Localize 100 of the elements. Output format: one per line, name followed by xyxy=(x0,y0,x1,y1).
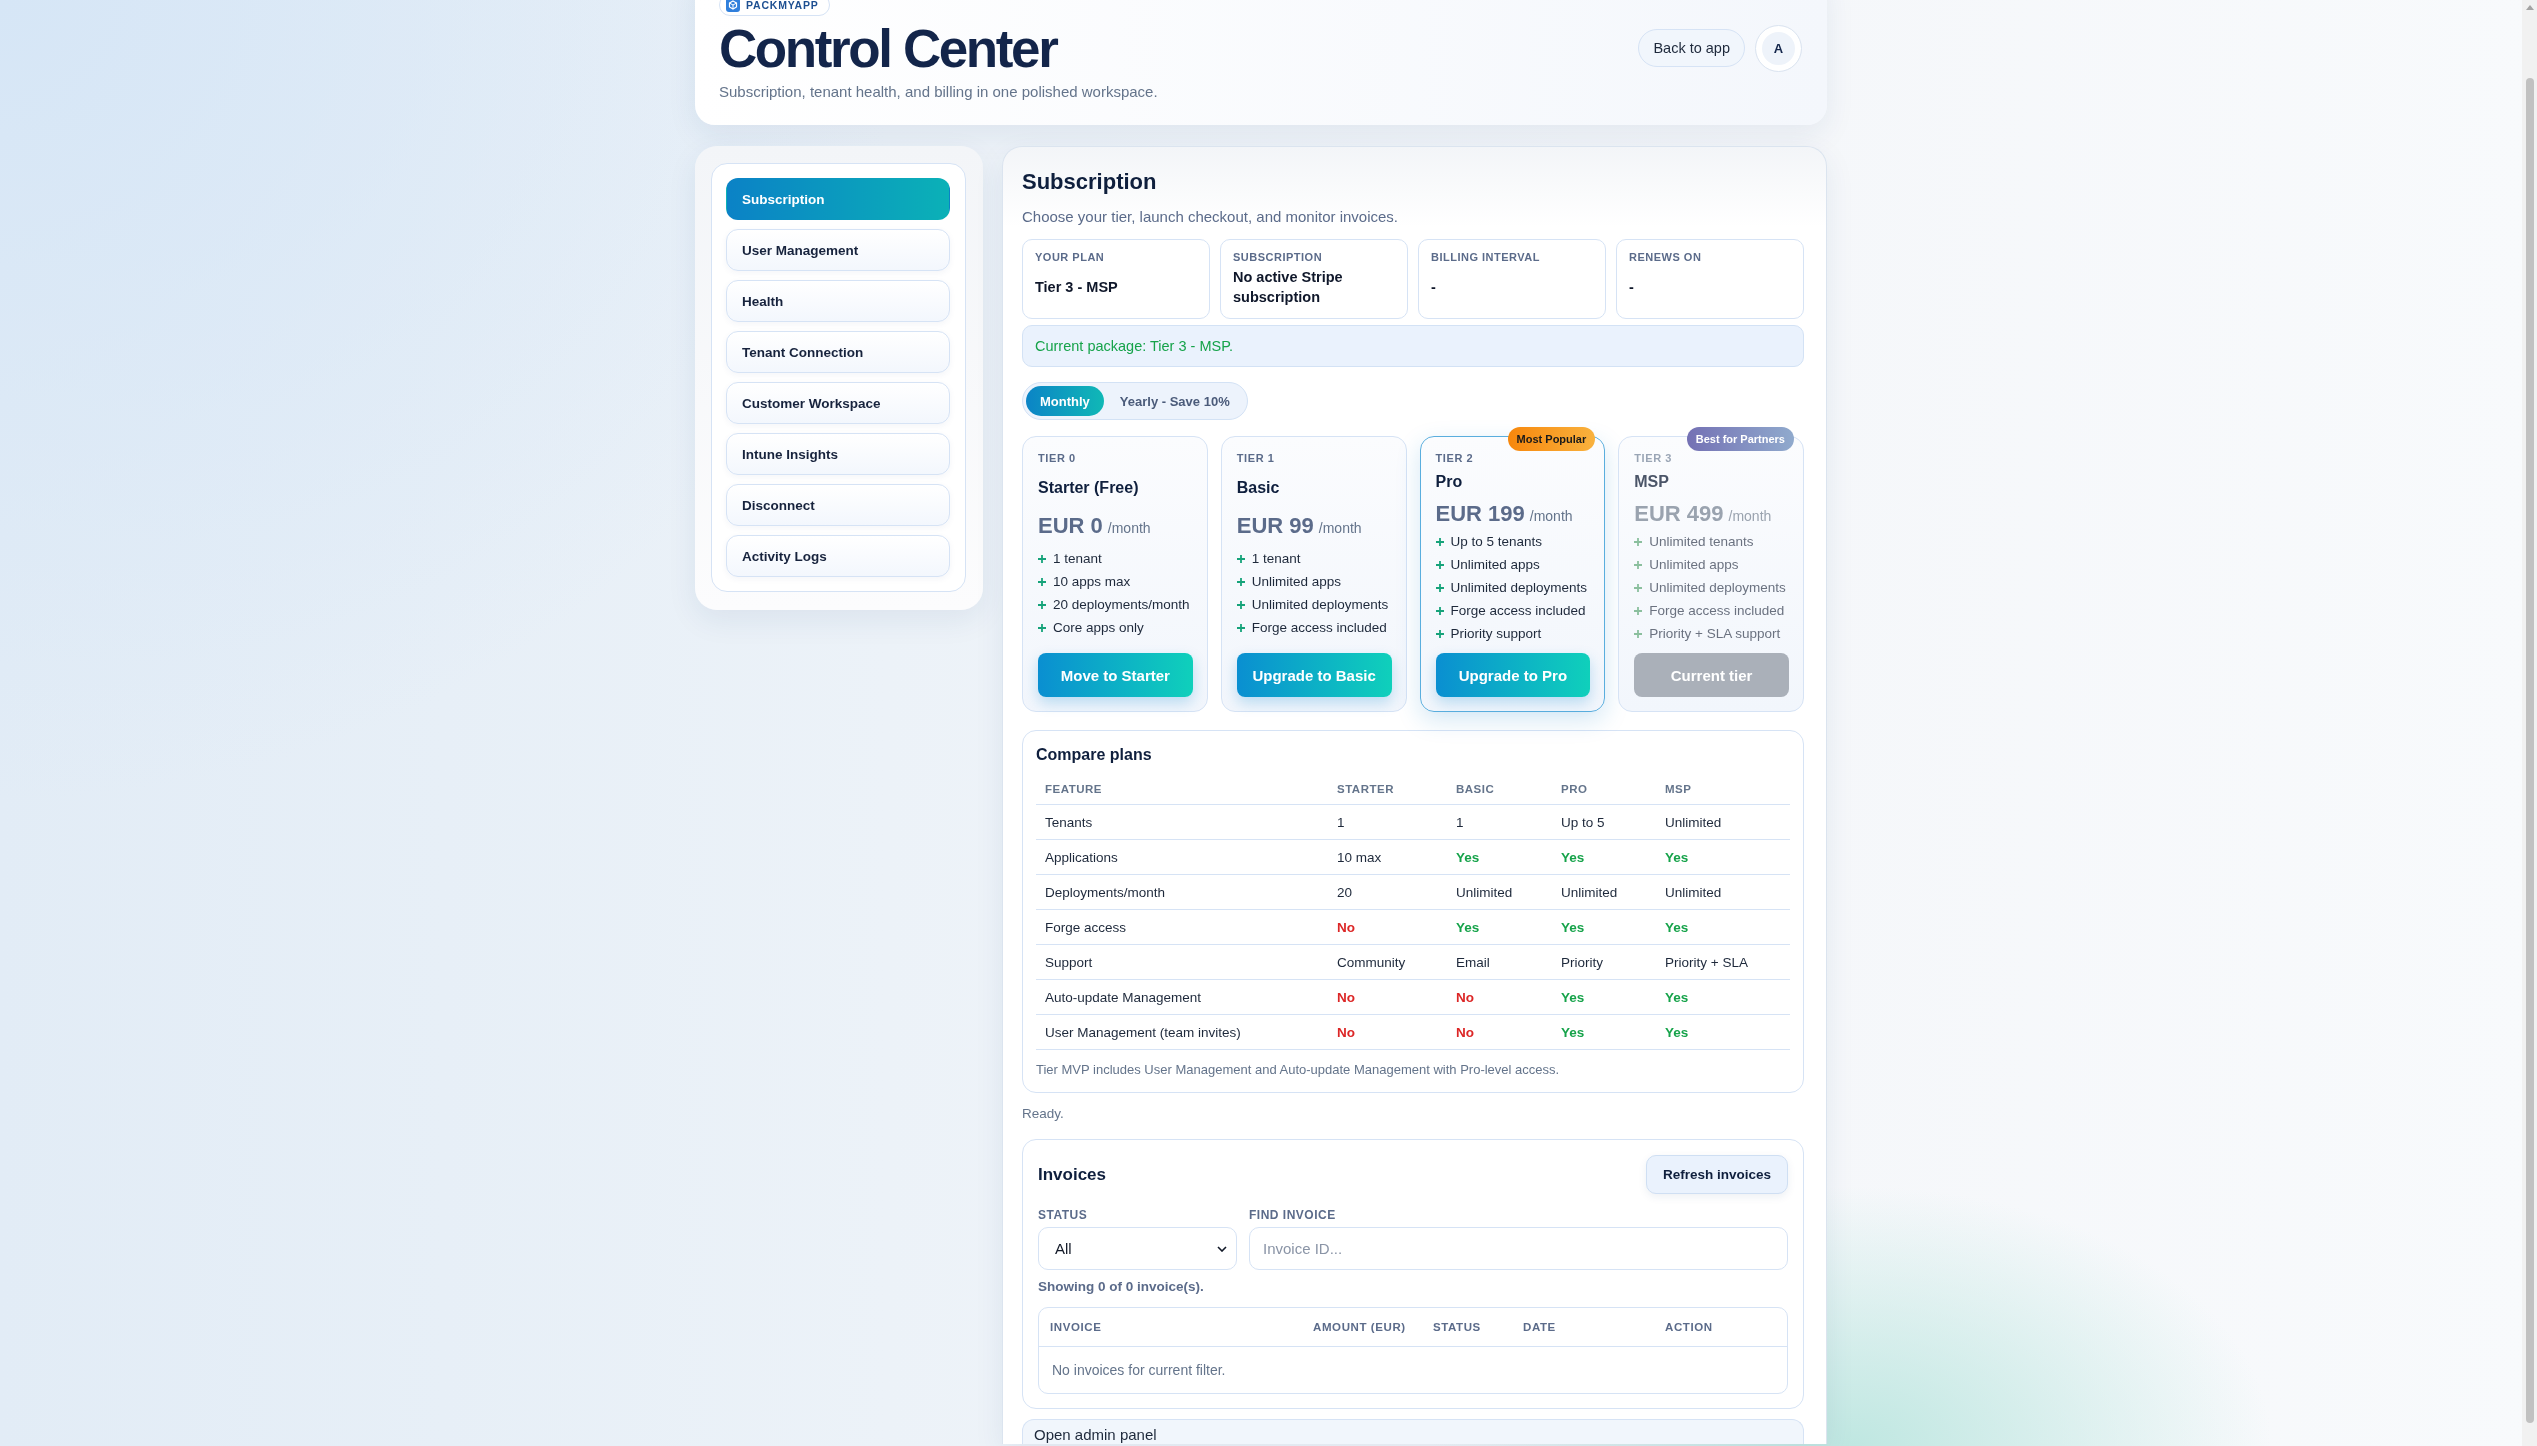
sidebar-item[interactable]: Health xyxy=(726,280,950,322)
price-amount: EUR 99 xyxy=(1236,511,1314,540)
table-cell-text: No xyxy=(1336,989,1356,1005)
feature-text: 1 tenant xyxy=(1053,550,1102,569)
table-cell-text: No xyxy=(1336,919,1356,935)
avatar[interactable]: A xyxy=(1756,25,1801,71)
column-header: STATUS xyxy=(1432,1321,1482,1333)
status-select[interactable]: All xyxy=(1038,1227,1237,1270)
sidebar-item[interactable]: Activity Logs xyxy=(726,535,950,577)
table-cell-text: Unlimited xyxy=(1455,884,1514,900)
column-header: INVOICE xyxy=(1049,1321,1103,1333)
feature-text: Unlimited deployments xyxy=(1251,596,1389,615)
sidebar-item[interactable]: Tenant Connection xyxy=(726,331,950,373)
feature-text: Forge access included xyxy=(1649,602,1785,620)
section-title: Subscription xyxy=(1022,168,1158,196)
stat-label: BILLING INTERVAL xyxy=(1431,250,1541,264)
feature-text: Unlimited apps xyxy=(1450,556,1540,574)
table-cell-text: Up to 5 xyxy=(1560,814,1606,830)
stat-value: Tier 3 - MSP xyxy=(1035,278,1118,297)
sidebar-item[interactable]: Customer Workspace xyxy=(726,382,950,424)
price-amount: EUR 499 xyxy=(1634,500,1724,528)
tier-label: TIER 3 xyxy=(1634,451,1673,465)
refresh-invoices-button[interactable]: Refresh invoices xyxy=(1645,1155,1788,1194)
table-cell-text: Email xyxy=(1455,954,1491,970)
stat-label: RENEWS ON xyxy=(1629,250,1702,264)
column-header: AMOUNT (EUR) xyxy=(1312,1321,1407,1333)
price-period: /month xyxy=(1107,519,1151,536)
price-period: /month xyxy=(1529,508,1573,524)
table-cell-text: Unlimited xyxy=(1664,884,1723,900)
feature-text: Unlimited tenants xyxy=(1649,533,1754,551)
column-header: BASIC xyxy=(1455,783,1496,795)
table-cell-text: Yes xyxy=(1664,989,1690,1005)
price-period: /month xyxy=(1728,508,1772,524)
plus-icon xyxy=(1634,538,1643,546)
table-cell-text: Yes xyxy=(1664,1024,1690,1040)
table-cell-text: Priority + SLA xyxy=(1664,954,1749,970)
admin-panel-toggle[interactable]: Open admin panel xyxy=(1022,1419,1804,1444)
caret-up-icon[interactable] xyxy=(2525,5,2534,10)
feature-text: Priority + SLA support xyxy=(1649,625,1781,643)
plus-icon xyxy=(1634,561,1643,569)
sidebar-item[interactable]: Disconnect xyxy=(726,484,950,526)
feature-text: 1 tenant xyxy=(1251,550,1301,569)
plus-icon xyxy=(1435,538,1444,546)
stat-value: - xyxy=(1431,278,1436,297)
plus-icon xyxy=(1634,607,1643,615)
page-title: Control Center xyxy=(719,22,1057,76)
status-text: Ready. xyxy=(1022,1105,1065,1123)
table-cell-text: Yes xyxy=(1560,919,1586,935)
table-cell-text: No xyxy=(1455,989,1475,1005)
scrollbar-thumb[interactable] xyxy=(2525,78,2534,1423)
notice-text: Current package: Tier 3 - MSP. xyxy=(1035,338,1233,354)
plus-icon xyxy=(1038,624,1046,633)
column-header: STARTER xyxy=(1336,783,1395,795)
invoices-title: Invoices xyxy=(1038,1164,1107,1185)
plus-icon xyxy=(1236,578,1245,587)
tier-name: Starter (Free) xyxy=(1038,477,1139,498)
plus-icon xyxy=(1435,630,1444,638)
brand-name: PACKMYAPP xyxy=(746,0,819,11)
billing-option[interactable]: Yearly - Save 10% xyxy=(1105,386,1244,416)
invoice-summary: Showing 0 of 0 invoice(s). xyxy=(1038,1278,1205,1296)
feature-text: Unlimited deployments xyxy=(1450,579,1588,597)
sidebar-item[interactable]: User Management xyxy=(726,229,950,271)
stat-value: No active Stripe subscription xyxy=(1233,268,1344,307)
table-cell-text: Unlimited xyxy=(1560,884,1619,900)
tier-badge: Best for Partners xyxy=(1686,427,1794,451)
plus-icon xyxy=(1435,561,1444,569)
tier-name: MSP xyxy=(1634,472,1669,492)
feature-text: Unlimited deployments xyxy=(1649,579,1786,597)
field-label: FIND INVOICE xyxy=(1249,1207,1336,1223)
sidebar-item[interactable]: Intune Insights xyxy=(726,433,950,475)
feature-text: Unlimited apps xyxy=(1649,556,1739,574)
tier-badge: Most Popular xyxy=(1507,427,1596,451)
table-cell-text: Unlimited xyxy=(1664,814,1723,830)
feature-text: Unlimited apps xyxy=(1251,573,1342,592)
table-cell-text: Yes xyxy=(1664,919,1690,935)
table-cell-text: Yes xyxy=(1664,849,1690,865)
table-cell-text: Yes xyxy=(1455,849,1481,865)
price-amount: EUR 199 xyxy=(1435,500,1525,528)
table-cell-text: Auto-update Management xyxy=(1044,989,1203,1005)
table-cell-text: Yes xyxy=(1560,1024,1586,1040)
price-amount: EUR 0 xyxy=(1038,511,1103,540)
plus-icon xyxy=(1435,607,1444,615)
plus-icon xyxy=(1038,601,1046,610)
invoice-search-field[interactable]: Invoice ID... xyxy=(1249,1227,1788,1270)
table-cell-text: Yes xyxy=(1455,919,1481,935)
back-to-app-button[interactable]: Back to app xyxy=(1638,29,1745,67)
table-cell-text: User Management (team invites) xyxy=(1044,1024,1242,1040)
column-header: FEATURE xyxy=(1044,783,1103,795)
feature-text: Up to 5 tenants xyxy=(1450,533,1543,551)
column-header: DATE xyxy=(1522,1321,1557,1333)
tier-label: TIER 1 xyxy=(1236,451,1275,465)
table-cell-text: Yes xyxy=(1560,989,1586,1005)
table-cell-text: Applications xyxy=(1044,849,1119,865)
column-header: ACTION xyxy=(1664,1321,1714,1333)
plus-icon xyxy=(1236,555,1245,564)
section-subtitle: Choose your tier, launch checkout, and monitor invoices. xyxy=(1022,207,1400,227)
table-cell-text: No xyxy=(1336,1024,1356,1040)
feature-text: Forge access included xyxy=(1251,619,1387,638)
field-label: STATUS xyxy=(1038,1207,1088,1223)
sidebar-item[interactable]: Subscription xyxy=(726,178,950,220)
